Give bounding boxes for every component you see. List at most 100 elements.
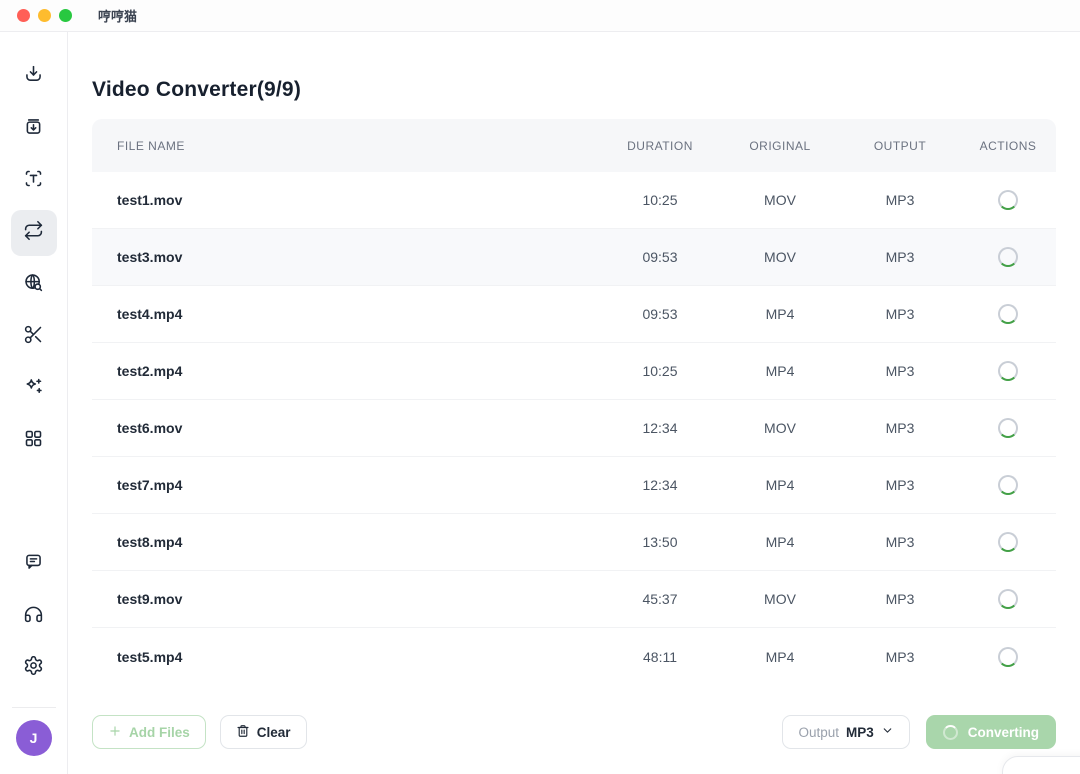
close-window-button[interactable] [17, 9, 30, 22]
headphones-support-icon [23, 603, 44, 629]
clear-label: Clear [257, 725, 291, 740]
file-name: test7.mp4 [117, 477, 600, 493]
footer-toolbar: Add Files Clear Output MP3 Converting [92, 715, 1056, 749]
column-header-file-name: FILE NAME [117, 139, 600, 153]
sparkles-ai-icon [23, 376, 44, 402]
page-title: Video Converter(9/9) [92, 78, 1056, 102]
chat-feedback-icon [23, 551, 44, 577]
duration: 09:53 [600, 306, 720, 322]
trash-icon [236, 724, 250, 741]
column-header-original: ORIGINAL [720, 139, 840, 153]
table-row: test3.mov09:53MOVMP3 [92, 229, 1056, 286]
duration: 13:50 [600, 534, 720, 550]
duration: 10:25 [600, 363, 720, 379]
file-name: test8.mp4 [117, 534, 600, 550]
sidebar-item-trim[interactable] [11, 314, 57, 360]
table-row: test2.mp410:25MP4MP3 [92, 343, 1056, 400]
conversion-progress-spinner[interactable] [998, 532, 1018, 552]
original-format: MOV [720, 591, 840, 607]
original-format: MOV [720, 420, 840, 436]
sidebar-item-batch-download[interactable] [11, 106, 57, 152]
conversion-progress-spinner[interactable] [998, 647, 1018, 667]
actions-cell [960, 589, 1056, 609]
minimize-window-button[interactable] [38, 9, 51, 22]
zoom-window-button[interactable] [59, 9, 72, 22]
converting-label: Converting [968, 725, 1039, 740]
actions-cell [960, 418, 1056, 438]
output-format: MP3 [840, 306, 960, 322]
sidebar-item-download[interactable] [11, 54, 57, 100]
table-row: test5.mp448:11MP4MP3 [92, 628, 1056, 685]
traffic-lights [17, 9, 72, 22]
add-files-label: Add Files [129, 725, 190, 740]
window-title: 哼哼猫 [98, 6, 137, 25]
output-label: Output [798, 725, 839, 740]
sidebar-item-settings[interactable] [11, 645, 57, 691]
sidebar-item-web-search[interactable] [11, 262, 57, 308]
actions-cell [960, 361, 1056, 381]
duration: 45:37 [600, 591, 720, 607]
output-format: MP3 [840, 363, 960, 379]
output-format: MP3 [840, 534, 960, 550]
conversion-progress-spinner[interactable] [998, 418, 1018, 438]
converting-button[interactable]: Converting [926, 715, 1056, 749]
sidebar-item-video-converter[interactable] [11, 210, 57, 256]
sidebar: J [0, 32, 68, 774]
original-format: MP4 [720, 649, 840, 665]
file-name: test2.mp4 [117, 363, 600, 379]
actions-cell [960, 647, 1056, 667]
actions-cell [960, 247, 1056, 267]
output-format-value: MP3 [846, 725, 874, 740]
output-format: MP3 [840, 420, 960, 436]
file-table: FILE NAME DURATION ORIGINAL OUTPUT ACTIO… [92, 119, 1056, 685]
file-name: test3.mov [117, 249, 600, 265]
conversion-progress-spinner[interactable] [998, 190, 1018, 210]
plus-icon [108, 724, 122, 741]
gear-settings-icon [23, 655, 44, 681]
sidebar-divider [12, 707, 56, 708]
output-format: MP3 [840, 649, 960, 665]
file-name: test6.mov [117, 420, 600, 436]
output-format: MP3 [840, 591, 960, 607]
floating-panel-corner [1002, 756, 1080, 774]
main-content: Video Converter(9/9) FILE NAME DURATION … [68, 32, 1080, 774]
table-body: test1.mov10:25MOVMP3test3.mov09:53MOVMP3… [92, 172, 1056, 685]
grid-apps-icon [23, 428, 44, 454]
table-row: test9.mov45:37MOVMP3 [92, 571, 1056, 628]
file-name: test1.mov [117, 192, 600, 208]
sidebar-item-more-apps[interactable] [11, 418, 57, 464]
table-row: test6.mov12:34MOVMP3 [92, 400, 1056, 457]
original-format: MP4 [720, 306, 840, 322]
conversion-progress-spinner[interactable] [998, 361, 1018, 381]
conversion-progress-spinner[interactable] [998, 475, 1018, 495]
original-format: MP4 [720, 534, 840, 550]
actions-cell [960, 532, 1056, 552]
chevron-down-icon [881, 724, 894, 740]
actions-cell [960, 475, 1056, 495]
app-window: 哼哼猫 [0, 0, 1080, 774]
actions-cell [960, 304, 1056, 324]
duration: 10:25 [600, 192, 720, 208]
table-row: test1.mov10:25MOVMP3 [92, 172, 1056, 229]
conversion-progress-spinner[interactable] [998, 589, 1018, 609]
output-format-dropdown[interactable]: Output MP3 [782, 715, 909, 749]
download-icon [23, 64, 44, 90]
file-name: test4.mp4 [117, 306, 600, 322]
actions-cell [960, 190, 1056, 210]
sidebar-item-ai-tools[interactable] [11, 366, 57, 412]
duration: 09:53 [600, 249, 720, 265]
output-format: MP3 [840, 249, 960, 265]
conversion-progress-spinner[interactable] [998, 304, 1018, 324]
sidebar-item-support[interactable] [11, 593, 57, 639]
sidebar-item-feedback[interactable] [11, 541, 57, 587]
add-files-button[interactable]: Add Files [92, 715, 206, 749]
clear-button[interactable]: Clear [220, 715, 307, 749]
table-row: test4.mp409:53MP4MP3 [92, 286, 1056, 343]
column-header-actions: ACTIONS [960, 139, 1056, 153]
sidebar-item-text-recognition[interactable] [11, 158, 57, 204]
original-format: MOV [720, 249, 840, 265]
user-avatar[interactable]: J [16, 720, 52, 756]
duration: 48:11 [600, 649, 720, 665]
web-search-icon [23, 272, 44, 298]
conversion-progress-spinner[interactable] [998, 247, 1018, 267]
